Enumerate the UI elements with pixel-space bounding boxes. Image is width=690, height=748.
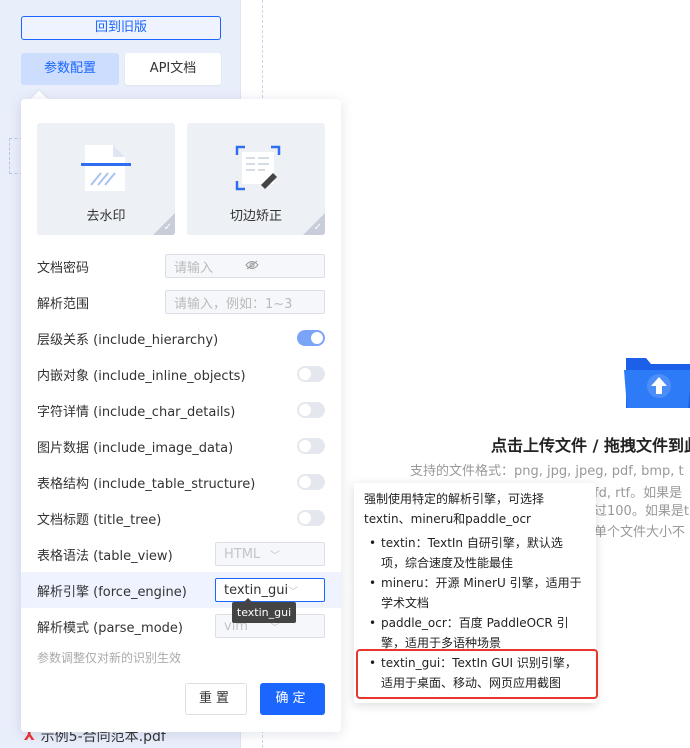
remove-watermark-card[interactable]: 去水印 ✓ xyxy=(37,123,175,235)
tab-api-docs[interactable]: API文档 xyxy=(125,53,221,85)
params-config-panel: 去水印 ✓ 切边矫正 ✓ 文档密码 请输入 解析范围 请输入，例如：1~3 层级… xyxy=(21,99,341,732)
upload-folder-icon[interactable] xyxy=(623,352,690,412)
toggle-row-include-image-data: 图片数据 (include_image_data) xyxy=(21,428,341,464)
upload-title: 点击上传文件 / 拖拽文件到此 xyxy=(491,436,690,455)
include-image-data-toggle[interactable] xyxy=(297,438,325,454)
toggle-row-include-char-details: 字符详情 (include_char_details) xyxy=(21,392,341,428)
selected-value-tooltip: textin_gui xyxy=(232,602,296,623)
highlight-annotation-box xyxy=(356,649,598,699)
toggle-label: 图片数据 (include_image_data) xyxy=(37,440,234,456)
remove-watermark-icon xyxy=(81,145,131,191)
toggle-row-title-tree: 文档标题 (title_tree) xyxy=(21,500,341,536)
chevron-down-icon: ﹀ xyxy=(288,586,299,598)
check-icon: ✓ xyxy=(163,222,172,233)
table-view-select[interactable]: HTML ﹀ xyxy=(215,542,325,566)
size-limit-text: 单个文件大小不 xyxy=(594,525,686,540)
force-engine-select[interactable]: textin_gui ﹀ xyxy=(215,578,325,602)
confirm-button[interactable]: 确定 xyxy=(260,683,325,715)
page-range-input[interactable]: 请输入，例如：1~3 xyxy=(165,290,325,314)
include-hierarchy-toggle[interactable] xyxy=(297,330,325,346)
limit-text: 过100。如果是t xyxy=(594,504,689,519)
password-input[interactable]: 请输入 xyxy=(165,254,325,278)
force-engine-label: 解析引擎 (force_engine) xyxy=(37,584,187,600)
engine-option-paddle-ocr: paddle_ocr：百度 PaddleOCR 引擎，适用于多语种场景 xyxy=(364,613,586,653)
check-icon: ✓ xyxy=(313,222,322,233)
chevron-down-icon: ﹀ xyxy=(270,550,280,562)
table-view-value: HTML xyxy=(224,546,261,562)
include-inline-objects-toggle[interactable] xyxy=(297,366,325,382)
toggle-label: 表格结构 (include_table_structure) xyxy=(37,476,256,492)
password-label: 文档密码 xyxy=(37,260,90,276)
password-placeholder: 请输入 xyxy=(174,260,214,276)
include-char-details-toggle[interactable] xyxy=(297,402,325,418)
crop-correct-icon xyxy=(235,145,281,191)
engine-option-textin: textin：TextIn 自研引擎，默认选项，综合速度及性能最佳 xyxy=(364,533,586,573)
tooltip-intro: 强制使用特定的解析引擎，可选择textin、mineru和paddle_ocr xyxy=(364,492,545,526)
crop-correct-card[interactable]: 切边矫正 ✓ xyxy=(187,123,325,235)
formats-text-continued: fd, rtf。如果是 xyxy=(594,486,683,501)
password-row: 文档密码 请输入 xyxy=(21,248,341,284)
toggle-row-include-hierarchy: 层级关系 (include_hierarchy) xyxy=(21,320,341,356)
back-to-old-version-button[interactable]: 回到旧版 xyxy=(21,16,221,40)
table-view-label: 表格语法 (table_view) xyxy=(37,548,173,564)
tab-params-config[interactable]: 参数配置 xyxy=(21,53,119,85)
page-range-label: 解析范围 xyxy=(37,296,90,312)
engine-option-mineru: mineru：开源 MinerU 引擎，适用于学术文档 xyxy=(364,573,586,613)
include-table-structure-toggle[interactable] xyxy=(297,474,325,490)
parse-mode-label: 解析模式 (parse_mode) xyxy=(37,620,183,636)
toggle-row-include-table-structure: 表格结构 (include_table_structure) xyxy=(21,464,341,500)
toggle-label: 文档标题 (title_tree) xyxy=(37,512,162,528)
toggle-label: 字符详情 (include_char_details) xyxy=(37,404,236,420)
page-range-placeholder: 请输入，例如：1~3 xyxy=(174,296,293,312)
page-range-row: 解析范围 请输入，例如：1~3 xyxy=(21,284,341,320)
title-tree-toggle[interactable] xyxy=(297,510,325,526)
params-hint-text: 参数调整仅对新的识别生效 xyxy=(37,651,182,665)
reset-button[interactable]: 重置 xyxy=(185,683,247,715)
force-engine-value: textin_gui xyxy=(224,582,289,598)
table-view-row: 表格语法 (table_view) HTML ﹀ xyxy=(21,536,341,572)
supported-formats-text: 支持的文件格式：png, jpg, jpeg, pdf, bmp, t xyxy=(410,464,684,479)
toggle-row-include-inline-objects: 内嵌对象 (include_inline_objects) xyxy=(21,356,341,392)
toggle-label: 层级关系 (include_hierarchy) xyxy=(37,332,219,348)
eye-hidden-icon[interactable] xyxy=(245,259,316,273)
toggle-label: 内嵌对象 (include_inline_objects) xyxy=(37,368,246,384)
